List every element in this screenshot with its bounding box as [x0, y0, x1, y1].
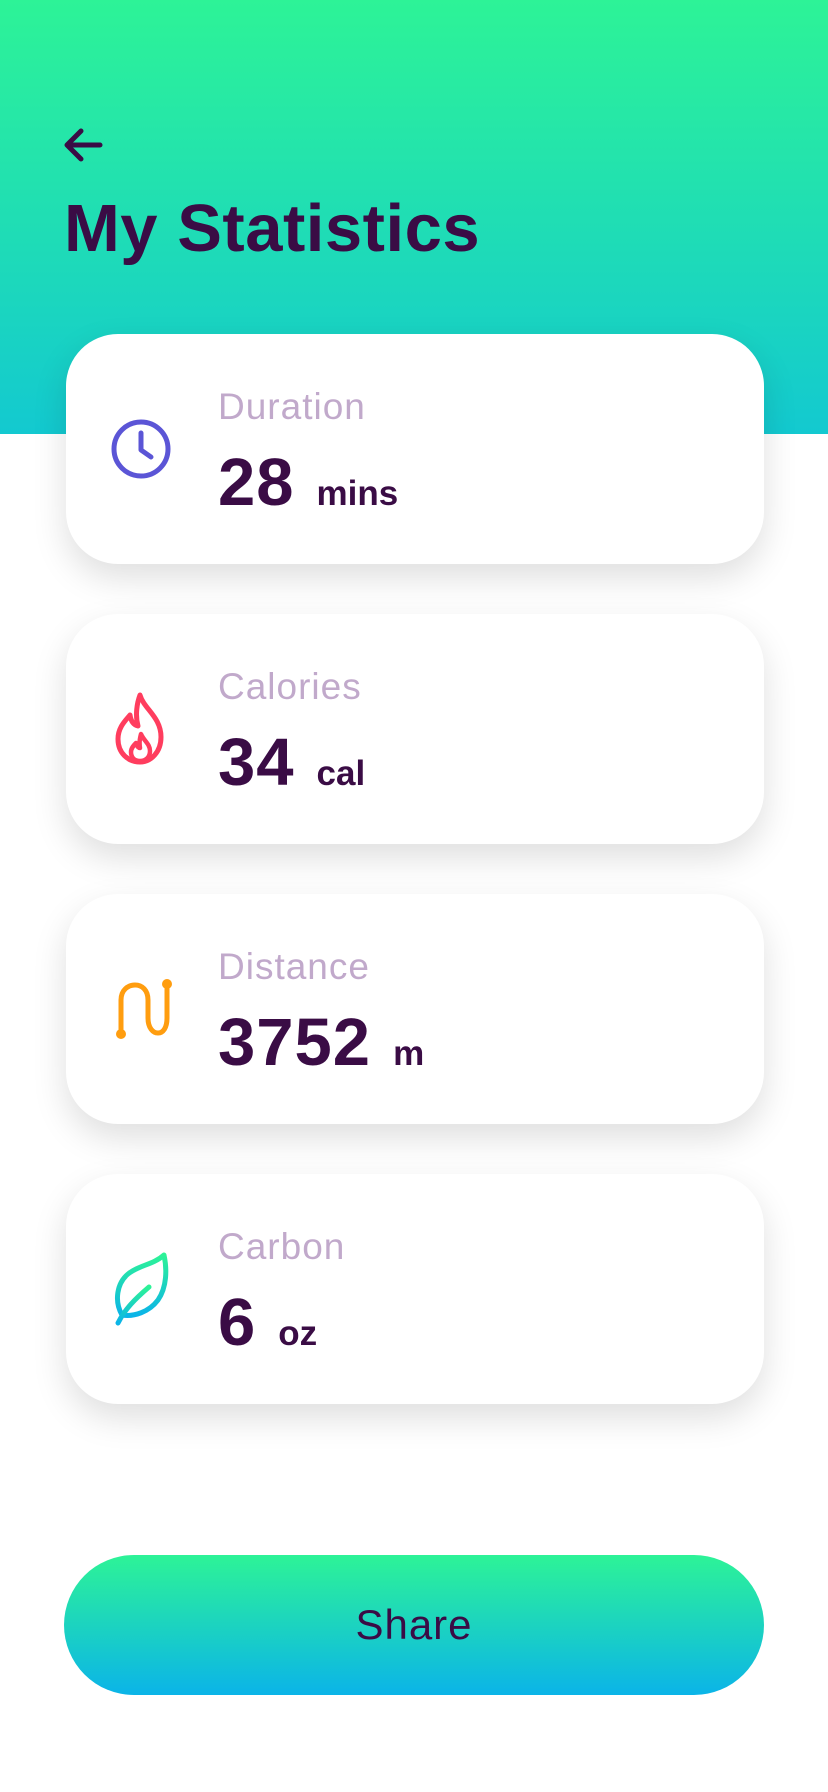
stat-value: 28: [218, 445, 295, 520]
share-button[interactable]: Share: [64, 1555, 764, 1695]
stat-value-row: 28 mins: [218, 444, 398, 521]
leaf-icon: [106, 1252, 176, 1326]
clock-icon: [106, 414, 176, 484]
stat-value-row: 34 cal: [218, 724, 365, 801]
stat-label: Duration: [218, 386, 366, 427]
arrow-left-icon: [64, 128, 103, 162]
stat-card-calories: Calories 34 cal: [66, 614, 764, 844]
stat-value: 6: [218, 1285, 257, 1360]
stat-value: 34: [218, 725, 295, 800]
stat-card-distance: Distance 3752 m: [66, 894, 764, 1124]
stat-card-duration: Duration 28 mins: [66, 334, 764, 564]
stat-value: 3752: [218, 1005, 372, 1080]
back-button[interactable]: [58, 120, 108, 170]
stat-label: Carbon: [218, 1226, 346, 1267]
route-icon: [106, 974, 176, 1044]
page-title: My Statistics: [64, 191, 481, 266]
stat-label: Distance: [218, 946, 370, 987]
stat-label: Calories: [218, 666, 362, 707]
stat-unit: oz: [278, 1314, 318, 1353]
stat-unit: m: [393, 1034, 425, 1073]
stat-value-row: 3752 m: [218, 1004, 424, 1081]
stat-value-row: 6 oz: [218, 1284, 317, 1361]
stat-unit: cal: [316, 754, 366, 793]
flame-icon: [106, 692, 176, 765]
stat-card-carbon: Carbon 6 oz: [66, 1174, 764, 1404]
stat-unit: mins: [316, 474, 399, 513]
